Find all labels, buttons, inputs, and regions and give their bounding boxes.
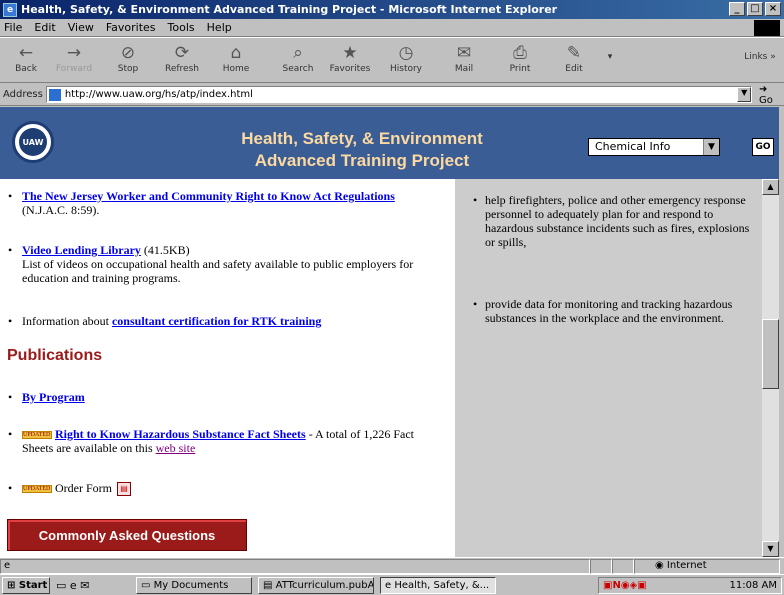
faq-button[interactable]: Commonly Asked Questions bbox=[7, 519, 247, 551]
scroll-down-button[interactable]: ▼ bbox=[762, 541, 779, 557]
list-item: • UPDATED Order Form ▤ bbox=[8, 481, 442, 497]
desktop-icon[interactable]: ▭ bbox=[56, 579, 66, 592]
window-titlebar[interactable]: e Health, Safety, & Environment Advanced… bbox=[0, 0, 784, 19]
updated-badge: UPDATED bbox=[22, 431, 52, 440]
tray-icons[interactable]: ▣N◉◈▣ bbox=[599, 580, 647, 591]
list-item: • help firefighters, police and other em… bbox=[473, 193, 750, 249]
edit-icon: ✎ bbox=[566, 43, 582, 63]
list-item: • The New Jersey Worker and Community Ri… bbox=[8, 189, 395, 217]
address-bar: Address http://www.uaw.org/hs/atp/index.… bbox=[0, 84, 784, 106]
internet-zone-icon: ◉ bbox=[655, 559, 667, 571]
banner-title-line2: Advanced Training Project bbox=[254, 151, 470, 170]
scroll-up-button[interactable]: ▲ bbox=[762, 179, 779, 195]
start-button[interactable]: ⊞ Start bbox=[2, 577, 50, 594]
home-button[interactable]: ⌂ Home bbox=[214, 42, 258, 80]
uaw-logo: UAW bbox=[12, 121, 54, 163]
ie-task-icon: e bbox=[385, 580, 392, 591]
scroll-thumb[interactable] bbox=[762, 319, 779, 389]
address-label: Address bbox=[3, 89, 43, 100]
chemical-info-select[interactable]: Chemical Info ▼ bbox=[588, 138, 720, 156]
refresh-button[interactable]: ⟳ Refresh bbox=[160, 42, 204, 80]
stop-button[interactable]: ⊘ Stop bbox=[106, 42, 150, 80]
toolbar: ← Back → Forward ⊘ Stop ⟳ Refresh ⌂ Home… bbox=[0, 37, 784, 83]
list-item: • Information about consultant certifica… bbox=[8, 314, 322, 328]
search-button[interactable]: ⌕ Search bbox=[276, 42, 320, 80]
task-publisher[interactable]: ▤ ATTcurriculum.pubA... bbox=[258, 577, 374, 594]
favorites-icon: ★ bbox=[342, 43, 358, 63]
page-icon bbox=[48, 88, 61, 101]
publications-heading: Publications bbox=[7, 347, 103, 364]
forward-arrow-icon: → bbox=[66, 43, 82, 63]
ie-icon: e bbox=[3, 2, 17, 17]
refresh-icon: ⟳ bbox=[174, 43, 190, 63]
page-status-icon: e bbox=[4, 559, 11, 571]
updated-badge: UPDATED bbox=[22, 485, 52, 494]
close-button[interactable]: × bbox=[765, 2, 781, 16]
folder-icon: ▭ bbox=[141, 580, 151, 591]
list-item: • UPDATED Right to Know Hazardous Substan… bbox=[8, 427, 415, 455]
mail-icon: ✉ bbox=[456, 43, 472, 63]
list-item: • Video Lending Library (41.5KB) List of… bbox=[8, 243, 414, 285]
main-content: • The New Jersey Worker and Community Ri… bbox=[0, 179, 455, 557]
windows-flag-icon: ⊞ bbox=[7, 580, 16, 591]
address-dropdown[interactable]: ▼ bbox=[737, 87, 752, 102]
video-library-link[interactable]: Video Lending Library bbox=[22, 243, 141, 257]
menu-edit[interactable]: Edit bbox=[34, 21, 55, 34]
address-url: http://www.uaw.org/hs/atp/index.html bbox=[64, 89, 253, 100]
status-text: e bbox=[0, 558, 590, 574]
taskbar: ⊞ Start ▭ e ✉ ▭ My Documents ▤ ATTcurric… bbox=[0, 574, 784, 595]
fact-sheets-link[interactable]: Right to Know Hazardous Substance Fact S… bbox=[55, 427, 306, 441]
back-button[interactable]: ← Back bbox=[4, 42, 48, 80]
list-item: • provide data for monitoring and tracki… bbox=[473, 297, 733, 325]
stop-icon: ⊘ bbox=[120, 43, 136, 63]
menu-view[interactable]: View bbox=[68, 21, 94, 34]
task-my-documents[interactable]: ▭ My Documents bbox=[136, 577, 252, 594]
address-go-button[interactable]: ➜ Go bbox=[759, 84, 784, 106]
minimize-button[interactable]: _ bbox=[729, 2, 745, 16]
uaw-logo-text: UAW bbox=[19, 128, 47, 156]
forward-button[interactable]: → Forward bbox=[52, 42, 96, 80]
windows-logo-icon bbox=[754, 20, 780, 36]
consultant-certification-link[interactable]: consultant certification for RTK trainin… bbox=[112, 314, 321, 328]
menu-favorites[interactable]: Favorites bbox=[106, 21, 156, 34]
print-button[interactable]: ⎙ Print bbox=[498, 42, 542, 80]
menu-help[interactable]: Help bbox=[207, 21, 232, 34]
by-program-link[interactable]: By Program bbox=[22, 390, 85, 404]
history-icon: ◷ bbox=[398, 43, 414, 63]
menu-bar: File Edit View Favorites Tools Help bbox=[0, 19, 784, 37]
order-form-label: Order Form bbox=[55, 481, 112, 495]
maximize-button[interactable]: □ bbox=[747, 2, 763, 16]
edit-button[interactable]: ✎ Edit bbox=[552, 42, 596, 80]
site-banner: UAW Health, Safety, & Environment Advanc… bbox=[0, 107, 779, 179]
home-icon: ⌂ bbox=[230, 43, 242, 63]
print-icon: ⎙ bbox=[513, 43, 527, 63]
system-tray: ▣N◉◈▣ 11:08 AM bbox=[598, 577, 782, 594]
mail-button[interactable]: ✉ Mail bbox=[442, 42, 486, 80]
chevron-down-icon: ▼ bbox=[703, 139, 719, 155]
menu-tools[interactable]: Tools bbox=[168, 21, 195, 34]
address-input[interactable]: http://www.uaw.org/hs/atp/index.html bbox=[45, 86, 753, 103]
vertical-scrollbar[interactable]: ▲ ▼ bbox=[762, 179, 779, 557]
publisher-icon: ▤ bbox=[263, 580, 273, 591]
sidebar-content: • help firefighters, police and other em… bbox=[455, 179, 762, 557]
ie-quicklaunch-icon[interactable]: e bbox=[70, 579, 77, 592]
list-item: • By Program bbox=[8, 390, 85, 404]
outlook-icon[interactable]: ✉ bbox=[80, 579, 89, 592]
task-ie-window[interactable]: e Health, Safety, &... bbox=[380, 577, 496, 594]
status-bar: e ◉ Internet bbox=[0, 557, 784, 574]
clock: 11:08 AM bbox=[729, 580, 777, 591]
menu-file[interactable]: File bbox=[4, 21, 22, 34]
nj-rtk-act-link[interactable]: The New Jersey Worker and Community Righ… bbox=[22, 189, 395, 203]
quick-launch: ▭ e ✉ bbox=[56, 579, 89, 592]
back-arrow-icon: ← bbox=[18, 43, 34, 63]
web-site-link[interactable]: web site bbox=[156, 441, 196, 455]
window-title: Health, Safety, & Environment Advanced T… bbox=[21, 3, 558, 16]
search-icon: ⌕ bbox=[293, 43, 303, 63]
banner-go-button[interactable]: GO bbox=[752, 138, 774, 156]
favorites-button[interactable]: ★ Favorites bbox=[328, 42, 372, 80]
pdf-icon[interactable]: ▤ bbox=[117, 482, 131, 497]
banner-title-line1: Health, Safety, & Environment bbox=[241, 129, 483, 148]
history-button[interactable]: ◷ History bbox=[384, 42, 428, 80]
security-zone: ◉ Internet bbox=[634, 558, 780, 574]
